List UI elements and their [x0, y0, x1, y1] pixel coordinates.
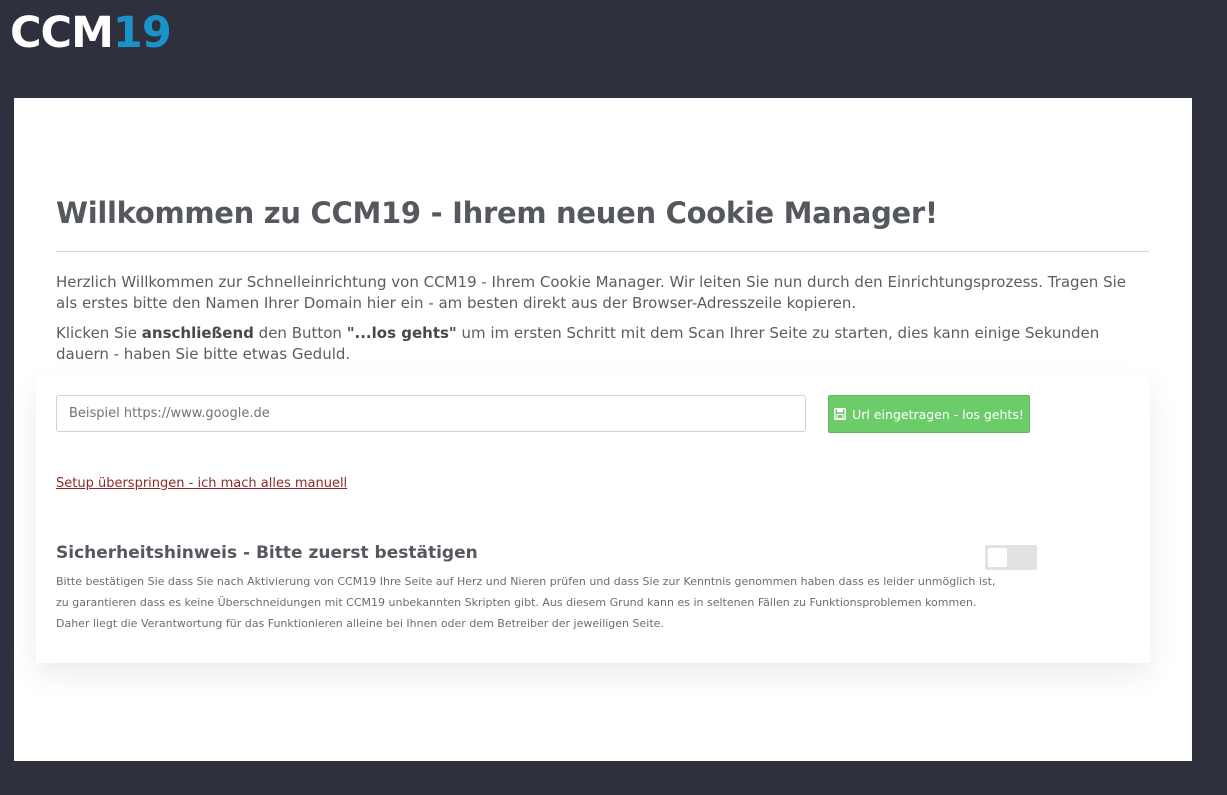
submit-url-button[interactable]: Url eingetragen - los gehts! [828, 395, 1030, 433]
logo-text-19: 19 [112, 8, 172, 58]
ccm19-logo: CCM19 [10, 8, 172, 58]
title-divider [56, 251, 1149, 252]
instruction-text: Klicken Sie anschließend den Button "...… [56, 323, 1151, 365]
intro-text: Herzlich Willkommen zur Schnelleinrichtu… [56, 273, 1126, 312]
instruction-bold-afterwards: anschließend [141, 324, 254, 342]
submit-url-label: Url eingetragen - los gehts! [852, 406, 1024, 422]
setup-card: Willkommen zu CCM19 - Ihrem neuen Cookie… [14, 98, 1192, 761]
logo-text-ccm: CCM [10, 8, 114, 58]
save-icon [834, 408, 847, 420]
skip-setup-link[interactable]: Setup überspringen - ich mach alles manu… [56, 476, 347, 491]
instruction-bold-button-name: "...los gehts" [346, 324, 457, 342]
domain-url-input[interactable] [56, 395, 806, 432]
setup-panel: Url eingetragen - los gehts! Setup übers… [36, 375, 1150, 663]
security-text: Bitte bestätigen Sie dass Sie nach Aktiv… [56, 575, 996, 630]
instruction-text-pre: Klicken Sie [56, 324, 142, 342]
security-confirm-toggle[interactable] [985, 545, 1037, 570]
page-title: Willkommen zu CCM19 - Ihrem neuen Cookie… [56, 196, 938, 230]
security-heading: Sicherheitshinweis - Bitte zuerst bestät… [56, 543, 478, 563]
toggle-knob [988, 548, 1007, 567]
instruction-text-mid: den Button [253, 324, 347, 342]
